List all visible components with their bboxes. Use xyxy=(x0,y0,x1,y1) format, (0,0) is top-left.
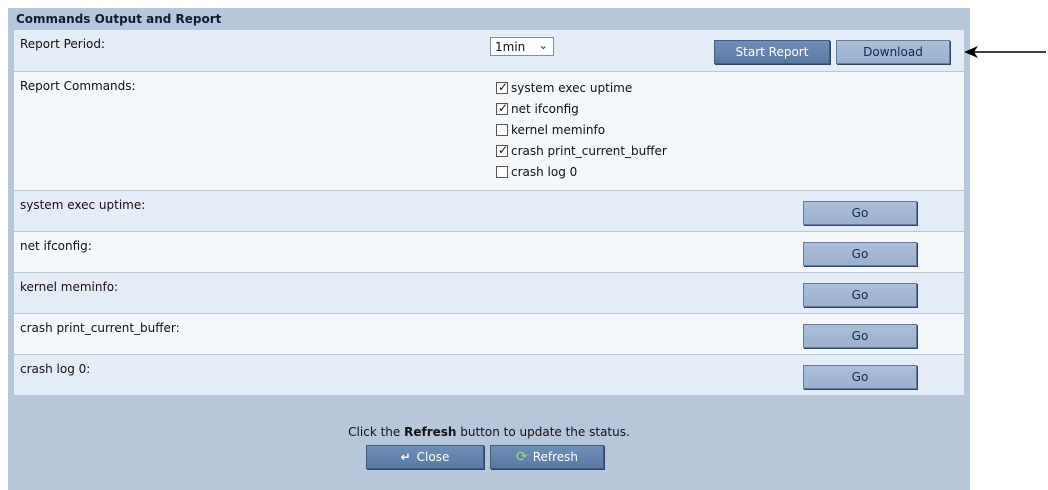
status-bold: Refresh xyxy=(404,425,457,439)
command-label: crash log 0: xyxy=(20,362,91,376)
command-label: net ifconfig: xyxy=(20,239,92,253)
checkbox-label: crash log 0 xyxy=(511,165,578,179)
command-label: system exec uptime: xyxy=(20,198,146,212)
refresh-button[interactable]: ⟳ Refresh xyxy=(490,445,604,469)
command-label: crash print_current_buffer: xyxy=(20,321,180,335)
status-prefix: Click the xyxy=(348,425,405,439)
report-period-select[interactable]: 1min ⌄ xyxy=(490,37,554,56)
report-commands-label: Report Commands: xyxy=(20,79,136,93)
go-button[interactable]: Go xyxy=(803,242,917,266)
checkmark-icon: ✓ xyxy=(498,143,509,157)
checkbox[interactable]: ✓ xyxy=(496,143,509,157)
go-button[interactable]: Go xyxy=(803,201,917,225)
checkmark-icon: ✓ xyxy=(498,101,509,115)
checkbox-label: net ifconfig xyxy=(511,102,579,116)
status-suffix: button to update the status. xyxy=(456,425,630,439)
start-report-button[interactable]: Start Report xyxy=(714,40,830,64)
panel-title: Commands Output and Report xyxy=(16,12,222,26)
close-button[interactable]: ↵ Close xyxy=(366,445,484,469)
report-command-checkbox-item[interactable]: crash log 0 xyxy=(496,165,577,179)
report-period-value: 1min xyxy=(495,39,526,54)
report-commands-row: Report Commands: xyxy=(14,72,964,191)
report-command-checkbox-item[interactable]: ✓ system exec uptime xyxy=(496,80,633,95)
go-button[interactable]: Go xyxy=(803,283,917,307)
checkbox-label: crash print_current_buffer xyxy=(511,144,667,158)
checkbox-label: kernel meminfo xyxy=(511,123,606,137)
report-period-label: Report Period: xyxy=(20,37,106,51)
go-button[interactable]: Go xyxy=(803,365,917,389)
checkmark-icon: ✓ xyxy=(498,80,509,94)
arrow-pointer-icon xyxy=(964,46,1046,58)
status-hint: Click the Refresh button to update the s… xyxy=(8,425,970,439)
commands-panel: Commands Output and Report Report Period… xyxy=(8,8,970,490)
return-arrow-icon: ↵ xyxy=(400,450,411,464)
report-command-checkbox-item[interactable]: kernel meminfo xyxy=(496,123,605,137)
command-label: kernel meminfo: xyxy=(20,280,119,294)
chevron-down-icon: ⌄ xyxy=(538,39,548,52)
checkbox[interactable]: ✓ xyxy=(496,101,509,115)
go-button[interactable]: Go xyxy=(803,324,917,348)
report-command-checkbox-item[interactable]: ✓ crash print_current_buffer xyxy=(496,143,667,158)
download-button[interactable]: Download xyxy=(836,40,950,64)
checkbox-label: system exec uptime xyxy=(511,81,633,95)
close-label: Close xyxy=(416,450,450,464)
checkbox[interactable]: ✓ xyxy=(496,80,509,94)
refresh-icon: ⟳ xyxy=(515,449,528,465)
checkbox[interactable] xyxy=(496,124,508,136)
refresh-label: Refresh xyxy=(532,450,579,464)
report-command-checkbox-item[interactable]: ✓ net ifconfig xyxy=(496,101,579,116)
checkbox[interactable] xyxy=(496,166,508,178)
